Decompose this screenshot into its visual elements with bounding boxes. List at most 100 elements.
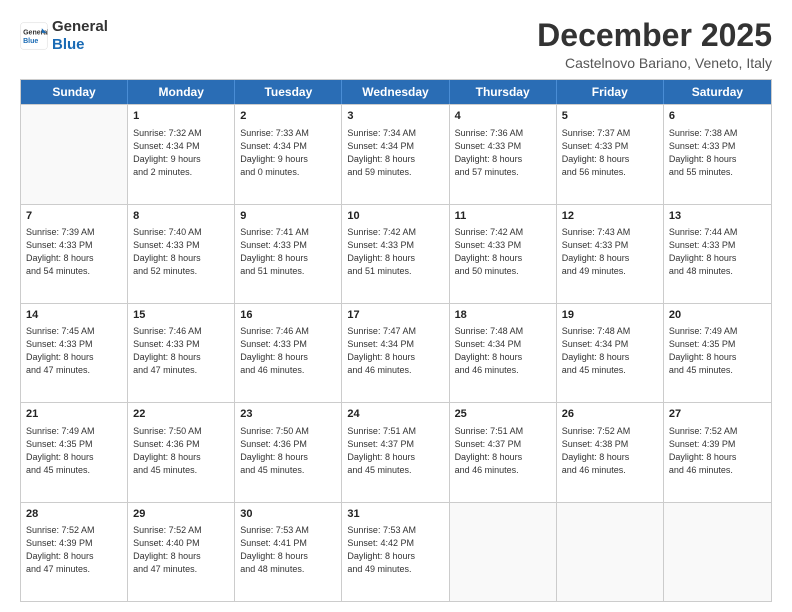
- day-cell-20: 20Sunrise: 7:49 AM Sunset: 4:35 PM Dayli…: [664, 304, 771, 402]
- cell-info: Sunrise: 7:41 AM Sunset: 4:33 PM Dayligh…: [240, 226, 336, 278]
- cell-info: Sunrise: 7:42 AM Sunset: 4:33 PM Dayligh…: [347, 226, 443, 278]
- day-number: 21: [26, 407, 122, 422]
- day-number: 20: [669, 308, 766, 323]
- cell-info: Sunrise: 7:45 AM Sunset: 4:33 PM Dayligh…: [26, 325, 122, 377]
- day-header-thursday: Thursday: [450, 80, 557, 104]
- empty-cell: [557, 503, 664, 601]
- day-cell-6: 6 Sunrise: 7:38 AM Sunset: 4:33 PM Daylig…: [664, 105, 771, 203]
- cell-info: Sunrise: 7:37 AM Sunset: 4:33 PM Dayligh…: [562, 127, 658, 179]
- cell-info: Sunrise: 7:48 AM Sunset: 4:34 PM Dayligh…: [562, 325, 658, 377]
- cell-info: Sunrise: 7:49 AM Sunset: 4:35 PM Dayligh…: [26, 425, 122, 477]
- day-cell-4: 4 Sunrise: 7:36 AM Sunset: 4:33 PM Daylig…: [450, 105, 557, 203]
- week-row-4: 21 Sunrise: 7:49 AM Sunset: 4:35 PM Dayli…: [21, 402, 771, 501]
- day-cell-27: 27 Sunrise: 7:52 AM Sunset: 4:39 PM Dayli…: [664, 403, 771, 501]
- cell-info: Sunrise: 7:53 AM Sunset: 4:42 PM Dayligh…: [347, 524, 443, 576]
- calendar-header: SundayMondayTuesdayWednesdayThursdayFrid…: [21, 80, 771, 104]
- day-cell-14: 14 Sunrise: 7:45 AM Sunset: 4:33 PM Dayli…: [21, 304, 128, 402]
- day-number: 4: [455, 109, 551, 124]
- cell-info: Sunrise: 7:42 AM Sunset: 4:33 PM Dayligh…: [455, 226, 551, 278]
- week-row-2: 7 Sunrise: 7:39 AM Sunset: 4:33 PM Daylig…: [21, 204, 771, 303]
- day-number: 30: [240, 507, 336, 522]
- cell-info: Sunrise: 7:50 AM Sunset: 4:36 PM Dayligh…: [133, 425, 229, 477]
- svg-text:General: General: [23, 29, 48, 36]
- logo: General Blue General Blue: [20, 18, 108, 54]
- day-cell-23: 23 Sunrise: 7:50 AM Sunset: 4:36 PM Dayli…: [235, 403, 342, 501]
- day-number: 23: [240, 407, 336, 422]
- day-number: 3: [347, 109, 443, 124]
- day-cell-5: 5 Sunrise: 7:37 AM Sunset: 4:33 PM Daylig…: [557, 105, 664, 203]
- day-cell-1: 1 Sunrise: 7:32 AM Sunset: 4:34 PM Daylig…: [128, 105, 235, 203]
- day-number: 27: [669, 407, 766, 422]
- day-cell-11: 11 Sunrise: 7:42 AM Sunset: 4:33 PM Dayli…: [450, 205, 557, 303]
- cell-info: Sunrise: 7:51 AM Sunset: 4:37 PM Dayligh…: [347, 425, 443, 477]
- day-cell-21: 21 Sunrise: 7:49 AM Sunset: 4:35 PM Dayli…: [21, 403, 128, 501]
- day-cell-26: 26 Sunrise: 7:52 AM Sunset: 4:38 PM Dayli…: [557, 403, 664, 501]
- svg-text:Blue: Blue: [23, 38, 38, 45]
- cell-info: Sunrise: 7:44 AM Sunset: 4:33 PM Dayligh…: [669, 226, 766, 278]
- day-number: 11: [455, 209, 551, 224]
- day-number: 15: [133, 308, 229, 323]
- day-cell-30: 30 Sunrise: 7:53 AM Sunset: 4:41 PM Dayli…: [235, 503, 342, 601]
- day-cell-29: 29Sunrise: 7:52 AM Sunset: 4:40 PM Dayli…: [128, 503, 235, 601]
- cell-info: Sunrise: 7:46 AM Sunset: 4:33 PM Dayligh…: [133, 325, 229, 377]
- cell-info: Sunrise: 7:52 AM Sunset: 4:40 PM Dayligh…: [133, 524, 229, 576]
- cell-info: Sunrise: 7:39 AM Sunset: 4:33 PM Dayligh…: [26, 226, 122, 278]
- cell-info: Sunrise: 7:52 AM Sunset: 4:38 PM Dayligh…: [562, 425, 658, 477]
- day-cell-12: 12Sunrise: 7:43 AM Sunset: 4:33 PM Dayli…: [557, 205, 664, 303]
- day-number: 6: [669, 109, 766, 124]
- week-row-1: 1 Sunrise: 7:32 AM Sunset: 4:34 PM Daylig…: [21, 104, 771, 203]
- day-cell-7: 7 Sunrise: 7:39 AM Sunset: 4:33 PM Daylig…: [21, 205, 128, 303]
- cell-info: Sunrise: 7:38 AM Sunset: 4:33 PM Dayligh…: [669, 127, 766, 179]
- day-number: 7: [26, 209, 122, 224]
- day-number: 5: [562, 109, 658, 124]
- day-cell-31: 31 Sunrise: 7:53 AM Sunset: 4:42 PM Dayli…: [342, 503, 449, 601]
- day-cell-15: 15 Sunrise: 7:46 AM Sunset: 4:33 PM Dayli…: [128, 304, 235, 402]
- calendar-body: 1 Sunrise: 7:32 AM Sunset: 4:34 PM Daylig…: [21, 104, 771, 601]
- day-number: 28: [26, 507, 122, 522]
- cell-info: Sunrise: 7:33 AM Sunset: 4:34 PM Dayligh…: [240, 127, 336, 179]
- day-cell-18: 18 Sunrise: 7:48 AM Sunset: 4:34 PM Dayli…: [450, 304, 557, 402]
- month-title: December 2025: [537, 18, 772, 53]
- cell-info: Sunrise: 7:34 AM Sunset: 4:34 PM Dayligh…: [347, 127, 443, 179]
- day-number: 9: [240, 209, 336, 224]
- day-number: 17: [347, 308, 443, 323]
- empty-cell: [664, 503, 771, 601]
- day-header-wednesday: Wednesday: [342, 80, 449, 104]
- day-number: 1: [133, 109, 229, 124]
- page: General Blue General Blue December 2025 …: [0, 0, 792, 612]
- cell-info: Sunrise: 7:43 AM Sunset: 4:33 PM Dayligh…: [562, 226, 658, 278]
- cell-info: Sunrise: 7:47 AM Sunset: 4:34 PM Dayligh…: [347, 325, 443, 377]
- day-number: 10: [347, 209, 443, 224]
- cell-info: Sunrise: 7:36 AM Sunset: 4:33 PM Dayligh…: [455, 127, 551, 179]
- logo-text: General Blue: [52, 18, 108, 54]
- day-number: 19: [562, 308, 658, 323]
- day-header-tuesday: Tuesday: [235, 80, 342, 104]
- day-cell-10: 10 Sunrise: 7:42 AM Sunset: 4:33 PM Dayli…: [342, 205, 449, 303]
- week-row-3: 14 Sunrise: 7:45 AM Sunset: 4:33 PM Dayli…: [21, 303, 771, 402]
- day-cell-2: 2Sunrise: 7:33 AM Sunset: 4:34 PM Daylig…: [235, 105, 342, 203]
- day-number: 8: [133, 209, 229, 224]
- cell-info: Sunrise: 7:50 AM Sunset: 4:36 PM Dayligh…: [240, 425, 336, 477]
- cell-info: Sunrise: 7:48 AM Sunset: 4:34 PM Dayligh…: [455, 325, 551, 377]
- day-cell-17: 17 Sunrise: 7:47 AM Sunset: 4:34 PM Dayli…: [342, 304, 449, 402]
- cell-info: Sunrise: 7:53 AM Sunset: 4:41 PM Dayligh…: [240, 524, 336, 576]
- day-cell-9: 9 Sunrise: 7:41 AM Sunset: 4:33 PM Daylig…: [235, 205, 342, 303]
- week-row-5: 28 Sunrise: 7:52 AM Sunset: 4:39 PM Dayli…: [21, 502, 771, 601]
- day-cell-3: 3 Sunrise: 7:34 AM Sunset: 4:34 PM Daylig…: [342, 105, 449, 203]
- day-header-sunday: Sunday: [21, 80, 128, 104]
- day-number: 31: [347, 507, 443, 522]
- day-cell-28: 28 Sunrise: 7:52 AM Sunset: 4:39 PM Dayli…: [21, 503, 128, 601]
- cell-info: Sunrise: 7:52 AM Sunset: 4:39 PM Dayligh…: [669, 425, 766, 477]
- day-number: 18: [455, 308, 551, 323]
- day-cell-24: 24Sunrise: 7:51 AM Sunset: 4:37 PM Dayli…: [342, 403, 449, 501]
- day-cell-25: 25Sunrise: 7:51 AM Sunset: 4:37 PM Dayli…: [450, 403, 557, 501]
- day-number: 14: [26, 308, 122, 323]
- day-header-monday: Monday: [128, 80, 235, 104]
- day-number: 26: [562, 407, 658, 422]
- cell-info: Sunrise: 7:32 AM Sunset: 4:34 PM Dayligh…: [133, 127, 229, 179]
- day-cell-8: 8Sunrise: 7:40 AM Sunset: 4:33 PM Daylig…: [128, 205, 235, 303]
- cell-info: Sunrise: 7:52 AM Sunset: 4:39 PM Dayligh…: [26, 524, 122, 576]
- title-block: December 2025 Castelnovo Bariano, Veneto…: [537, 18, 772, 71]
- empty-cell: [21, 105, 128, 203]
- day-number: 13: [669, 209, 766, 224]
